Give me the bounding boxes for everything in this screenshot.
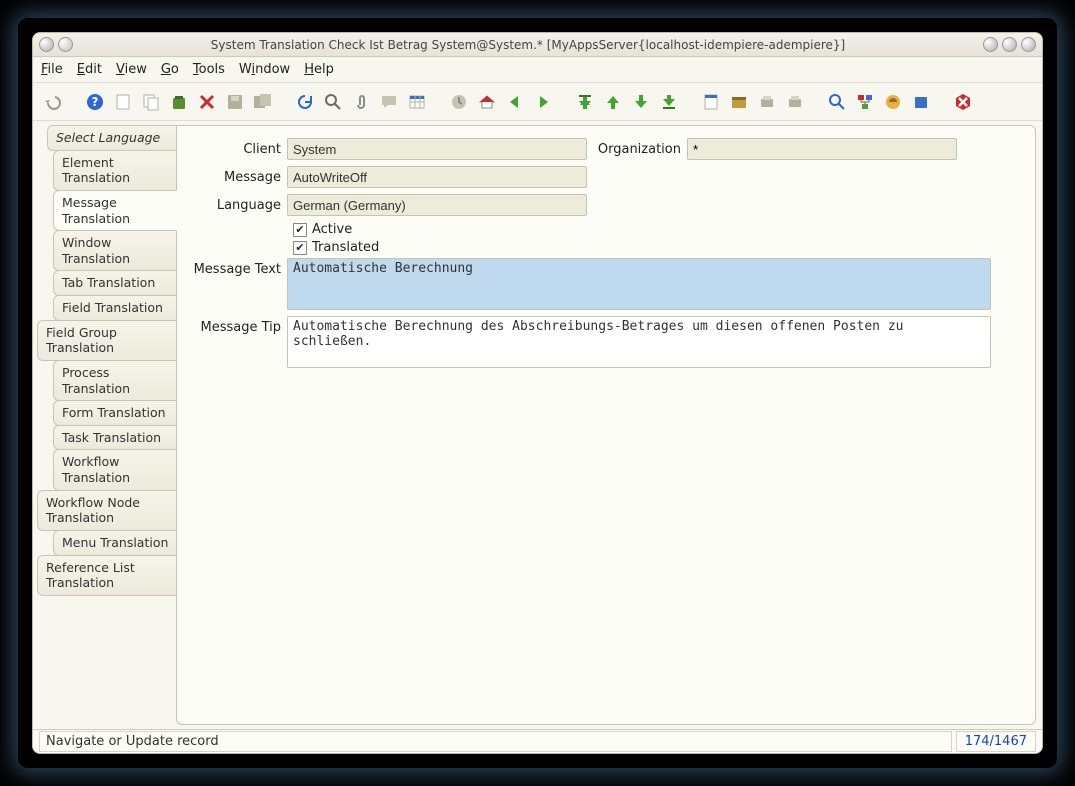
app-window: System Translation Check Ist Betrag Syst… — [32, 32, 1043, 754]
window-title: System Translation Check Ist Betrag Syst… — [79, 38, 977, 52]
menu-bar: File Edit View Go Tools Window Help — [33, 57, 1042, 83]
sidebar-tab-select-language[interactable]: Select Language — [47, 125, 177, 151]
attach-icon[interactable] — [349, 90, 373, 114]
history-icon[interactable] — [447, 90, 471, 114]
sidebar-tab-form-translation[interactable]: Form Translation — [53, 400, 177, 426]
svg-text:?: ? — [92, 95, 99, 109]
save-all-icon[interactable] — [251, 90, 275, 114]
message-field — [287, 166, 587, 188]
product-info-icon[interactable] — [909, 90, 933, 114]
archive-icon[interactable] — [727, 90, 751, 114]
sidebar-tab-workflow-node-translation[interactable]: Workflow Node Translation — [37, 490, 177, 531]
delete-x-icon[interactable] — [195, 90, 219, 114]
find-icon[interactable] — [321, 90, 345, 114]
title-bar: System Translation Check Ist Betrag Syst… — [33, 33, 1042, 57]
refresh-icon[interactable] — [293, 90, 317, 114]
window-sticky-icon[interactable] — [58, 37, 73, 52]
language-label: Language — [187, 194, 287, 213]
print-icon[interactable] — [783, 90, 807, 114]
organization-field — [687, 138, 957, 160]
sidebar-tab-workflow-translation[interactable]: Workflow Translation — [53, 449, 177, 490]
organization-label: Organization — [597, 138, 687, 157]
toolbar: ? — [33, 83, 1042, 121]
form-panel: Client Organization Message Language ✔ A… — [176, 125, 1036, 725]
copy-record-icon[interactable] — [139, 90, 163, 114]
sidebar-tab-field-translation[interactable]: Field Translation — [53, 295, 177, 321]
menu-help[interactable]: Help — [304, 62, 334, 77]
sidebar-tab-tab-translation[interactable]: Tab Translation — [53, 270, 177, 296]
sidebar-tab-window-translation[interactable]: Window Translation — [53, 230, 177, 271]
nav-last-icon[interactable] — [657, 90, 681, 114]
translated-label: Translated — [312, 240, 379, 255]
sidebar-tab-menu-translation[interactable]: Menu Translation — [53, 530, 177, 556]
sidebar-tab-task-translation[interactable]: Task Translation — [53, 425, 177, 451]
active-checkbox[interactable]: ✔ — [293, 223, 307, 237]
sidebar-tab-process-translation[interactable]: Process Translation — [53, 360, 177, 401]
nav-down-icon[interactable] — [629, 90, 653, 114]
translated-checkbox[interactable]: ✔ — [293, 241, 307, 255]
maximize-button[interactable] — [1002, 37, 1017, 52]
sidebar-tab-element-translation[interactable]: Element Translation — [53, 150, 177, 191]
menu-tools[interactable]: Tools — [193, 62, 225, 77]
grid-toggle-icon[interactable] — [405, 90, 429, 114]
sidebar-tab-field-group-translation[interactable]: Field Group Translation — [37, 320, 177, 361]
minimize-button[interactable] — [983, 37, 998, 52]
status-bar: Navigate or Update record 174/1467 — [33, 729, 1042, 753]
message-text-field[interactable] — [287, 258, 991, 310]
chat-icon[interactable] — [377, 90, 401, 114]
content-area: Select LanguageElement TranslationMessag… — [33, 121, 1042, 729]
undo-icon[interactable] — [41, 90, 65, 114]
report-icon[interactable] — [699, 90, 723, 114]
message-tip-field[interactable] — [287, 316, 991, 368]
workflow-icon[interactable] — [853, 90, 877, 114]
help-icon[interactable]: ? — [83, 90, 107, 114]
message-tip-label: Message Tip — [187, 316, 287, 335]
menu-go[interactable]: Go — [161, 62, 179, 77]
menu-edit[interactable]: Edit — [77, 62, 102, 77]
new-record-icon[interactable] — [111, 90, 135, 114]
record-position[interactable]: 174/1467 — [956, 731, 1036, 752]
request-icon[interactable] — [881, 90, 905, 114]
nav-right-icon[interactable] — [531, 90, 555, 114]
status-message: Navigate or Update record — [39, 731, 952, 752]
message-text-label: Message Text — [187, 258, 287, 277]
home-icon[interactable] — [475, 90, 499, 114]
active-label: Active — [312, 222, 352, 237]
client-field — [287, 138, 587, 160]
nav-left-icon[interactable] — [503, 90, 527, 114]
window-menu-icon[interactable] — [39, 37, 54, 52]
zoom-across-icon[interactable] — [825, 90, 849, 114]
sidebar-tab-reference-list-translation[interactable]: Reference List Translation — [37, 555, 177, 596]
menu-file[interactable]: File — [41, 62, 63, 77]
nav-up-icon[interactable] — [601, 90, 625, 114]
close-window-button[interactable] — [1021, 37, 1036, 52]
sidebar: Select LanguageElement TranslationMessag… — [37, 125, 177, 725]
print-preview-icon[interactable] — [755, 90, 779, 114]
menu-view[interactable]: View — [116, 62, 147, 77]
save-icon[interactable] — [223, 90, 247, 114]
close-icon[interactable] — [951, 90, 975, 114]
message-label: Message — [187, 166, 287, 185]
menu-window[interactable]: Window — [239, 62, 290, 77]
client-label: Client — [187, 138, 287, 157]
language-field — [287, 194, 587, 216]
sidebar-tab-message-translation[interactable]: Message Translation — [53, 190, 177, 231]
delete-record-icon[interactable] — [167, 90, 191, 114]
nav-first-icon[interactable] — [573, 90, 597, 114]
